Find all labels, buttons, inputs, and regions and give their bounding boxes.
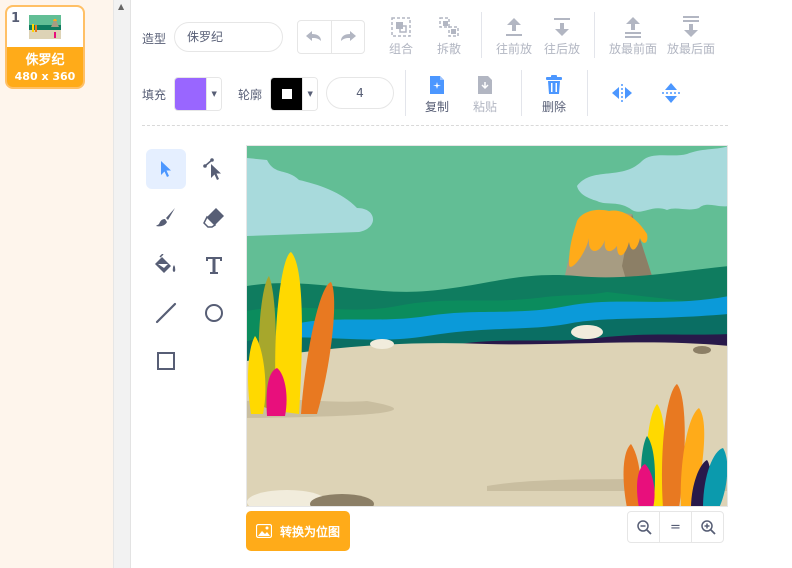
fill-swatch [175, 78, 207, 110]
zoom-out-icon [636, 520, 652, 535]
rock [693, 346, 711, 354]
costume-name-input[interactable]: 侏罗纪 [174, 22, 283, 52]
chevron-down-icon: ▼ [206, 78, 221, 110]
trash-icon [546, 75, 562, 94]
toolbar-divider [481, 12, 482, 58]
copy-icon [430, 76, 444, 94]
select-tool[interactable] [146, 149, 186, 189]
fill-label: 填充 [142, 88, 167, 102]
forward-icon [506, 18, 522, 36]
toolbar-divider [594, 12, 595, 58]
zoom-controls: = [627, 511, 724, 543]
flip-horizontal-button[interactable] [611, 82, 633, 108]
front-icon [625, 17, 641, 38]
brush-icon [156, 208, 175, 227]
group-button[interactable]: 组合 [376, 14, 426, 57]
costume-label: 造型 [142, 32, 167, 46]
front-button[interactable]: 放最前面 [602, 14, 664, 57]
ungroup-label: 拆散 [436, 42, 461, 56]
reshape-cursor-icon [203, 158, 221, 180]
line-icon [155, 302, 177, 324]
zoom-in-icon [700, 520, 716, 535]
flip-horizontal-icon [612, 84, 632, 102]
backward-icon [554, 18, 570, 36]
paste-button[interactable]: 粘贴 [460, 72, 510, 115]
redo-button[interactable] [330, 21, 365, 53]
group-label: 组合 [388, 42, 413, 56]
delete-button[interactable]: 删除 [529, 72, 579, 115]
copy-button[interactable]: 复制 [412, 72, 462, 115]
rock [370, 339, 394, 349]
fill-tool[interactable] [146, 245, 186, 285]
scroll-up-icon[interactable]: ▲ [118, 2, 124, 11]
ungroup-icon [439, 17, 459, 37]
rectangle-icon [157, 352, 175, 370]
fill-color-picker[interactable]: ▼ [174, 77, 222, 111]
outline-width-input[interactable]: 4 [326, 77, 394, 109]
rock [571, 325, 603, 339]
costume-list: 1 侏罗纪 480 x 360 [0, 0, 113, 568]
line-tool[interactable] [146, 293, 186, 333]
group-icon [391, 17, 411, 37]
costume-size: 480 x 360 [14, 70, 76, 83]
forward-button[interactable]: 往前放 [489, 14, 539, 57]
eraser-icon [203, 208, 224, 228]
circle-tool[interactable] [194, 293, 234, 333]
toolbar-divider [587, 70, 588, 116]
flip-vertical-button[interactable] [660, 82, 682, 108]
redo-icon [340, 31, 356, 41]
copy-label: 复制 [424, 100, 449, 114]
back-button[interactable]: 放最后面 [660, 14, 722, 57]
eraser-tool[interactable] [194, 197, 234, 237]
text-tool[interactable] [194, 245, 234, 285]
ungroup-button[interactable]: 拆散 [424, 14, 474, 57]
paint-canvas[interactable] [246, 145, 728, 507]
convert-to-bitmap-button[interactable]: 转换为位图 [246, 511, 350, 551]
paste-icon [478, 76, 492, 94]
circle-icon [205, 304, 223, 322]
chevron-down-icon: ▼ [302, 78, 317, 110]
costume-thumbnail [29, 15, 61, 39]
flip-vertical-icon [662, 83, 680, 103]
arrow-cursor-icon [161, 161, 171, 177]
backward-label: 往后放 [543, 42, 580, 56]
backward-button[interactable]: 往后放 [537, 14, 587, 57]
rectangle-tool[interactable] [146, 341, 186, 381]
zoom-reset-icon: = [670, 519, 681, 535]
zoom-in-button[interactable] [691, 512, 723, 542]
reshape-tool[interactable] [194, 149, 234, 189]
back-icon [683, 16, 699, 37]
costume-name: 侏罗纪 [25, 53, 65, 68]
outline-swatch [271, 78, 303, 110]
zoom-reset-button[interactable]: = [659, 512, 691, 542]
convert-to-bitmap-label: 转换为位图 [279, 524, 340, 539]
paste-label: 粘贴 [472, 100, 497, 114]
brush-tool[interactable] [146, 197, 186, 237]
image-icon [255, 524, 272, 538]
paint-bucket-icon [155, 254, 176, 273]
costume-list-scrollbar[interactable]: ▲ [113, 0, 131, 568]
undo-button[interactable] [298, 21, 331, 53]
toolbar-divider [521, 70, 522, 116]
costume-index: 1 [11, 11, 21, 26]
back-label: 放最后面 [666, 42, 715, 56]
costume-item[interactable]: 1 侏罗纪 480 x 360 [5, 5, 85, 89]
text-icon [206, 257, 222, 274]
jurassic-scene [247, 146, 727, 506]
undo-redo-group [297, 20, 365, 54]
undo-icon [306, 31, 322, 41]
delete-label: 删除 [541, 100, 566, 114]
outline-label: 轮廓 [238, 88, 263, 102]
front-label: 放最前面 [608, 42, 657, 56]
toolbar-divider [405, 70, 406, 116]
zoom-out-button[interactable] [628, 512, 659, 542]
forward-label: 往前放 [495, 42, 532, 56]
outline-color-picker[interactable]: ▼ [270, 77, 318, 111]
toolbar-separator [142, 125, 728, 126]
